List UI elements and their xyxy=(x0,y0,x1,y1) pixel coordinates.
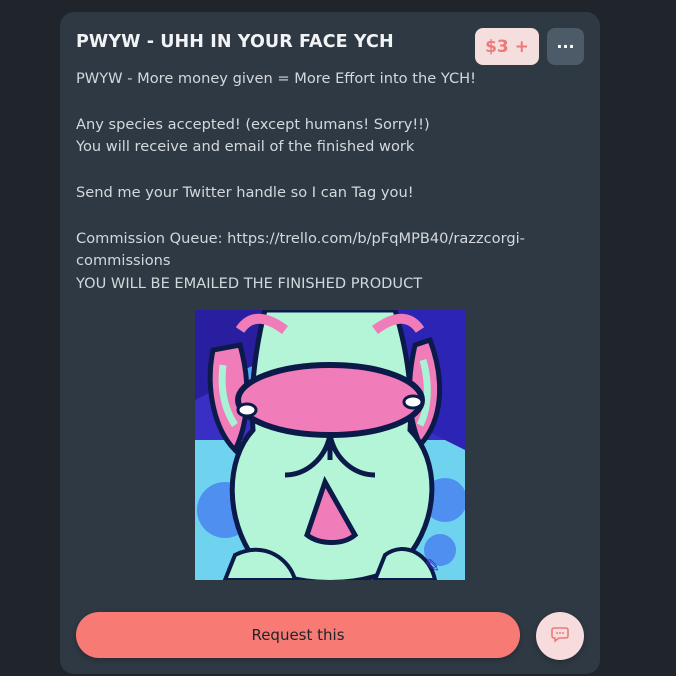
description-line: PWYW - More money given = More Effort in… xyxy=(76,70,476,87)
listing-artwork[interactable]: ✎ xyxy=(195,310,465,580)
description-line: Any species accepted! (except humans! So… xyxy=(76,115,430,133)
message-button[interactable] xyxy=(536,612,584,660)
svg-text:✎: ✎ xyxy=(425,556,440,577)
listing-card: PWYW - UHH IN YOUR FACE YCH $3 + ··· PWY… xyxy=(60,12,600,674)
description-line: commissions xyxy=(76,252,171,270)
request-button-label: Request this xyxy=(251,626,345,644)
artwork-illustration: ✎ xyxy=(195,310,465,580)
request-button[interactable]: Request this xyxy=(76,612,520,658)
chat-bubble-icon xyxy=(551,625,569,647)
ellipsis-icon: ··· xyxy=(556,37,575,56)
description-line: YOU WILL BE EMAILED THE FINISHED PRODUCT xyxy=(76,275,423,293)
listing-description: PWYW - More money given = More Effort in… xyxy=(76,68,576,296)
description-line: You will receive and email of the finish… xyxy=(76,138,415,156)
listing-title: PWYW - UHH IN YOUR FACE YCH xyxy=(76,32,394,52)
description-line: Commission Queue: https://trello.com/b/p… xyxy=(76,229,525,247)
description-line: Send me your Twitter handle so I can Tag… xyxy=(76,183,414,201)
more-options-button[interactable]: ··· xyxy=(547,28,584,65)
price-badge[interactable]: $3 + xyxy=(475,28,539,65)
